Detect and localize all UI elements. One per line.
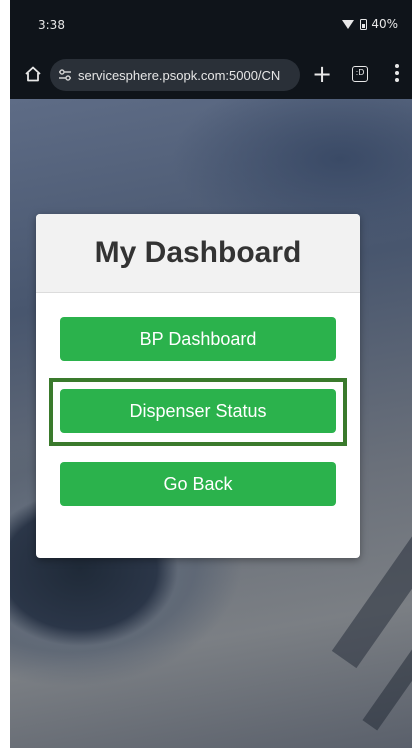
status-time: 3:38: [38, 18, 65, 32]
address-bar[interactable]: servicesphere.psopk.com:5000/CN: [50, 59, 300, 91]
tab-switcher-icon[interactable]: :D: [352, 66, 368, 82]
go-back-button[interactable]: Go Back: [60, 462, 336, 506]
battery-percent: 40%: [371, 17, 398, 31]
page-title: My Dashboard: [94, 236, 302, 269]
highlight-outline: [49, 378, 347, 446]
home-icon[interactable]: [24, 65, 42, 83]
status-icons: 40%: [342, 17, 398, 31]
card-header: My Dashboard: [36, 214, 360, 293]
wifi-icon: [342, 19, 355, 29]
site-settings-icon[interactable]: [58, 68, 72, 82]
bp-dashboard-button[interactable]: BP Dashboard: [60, 317, 336, 361]
phone-screen: 3:38 40% servicesphere.psopk.com:5000/CN…: [0, 0, 412, 748]
menu-icon[interactable]: [394, 64, 400, 84]
new-tab-icon[interactable]: +: [310, 62, 334, 86]
browser-toolbar: servicesphere.psopk.com:5000/CN + :D: [10, 52, 412, 99]
battery-icon: [360, 18, 368, 30]
status-bar: 3:38 40%: [10, 0, 412, 52]
url-text[interactable]: servicesphere.psopk.com:5000/CN: [78, 68, 280, 83]
